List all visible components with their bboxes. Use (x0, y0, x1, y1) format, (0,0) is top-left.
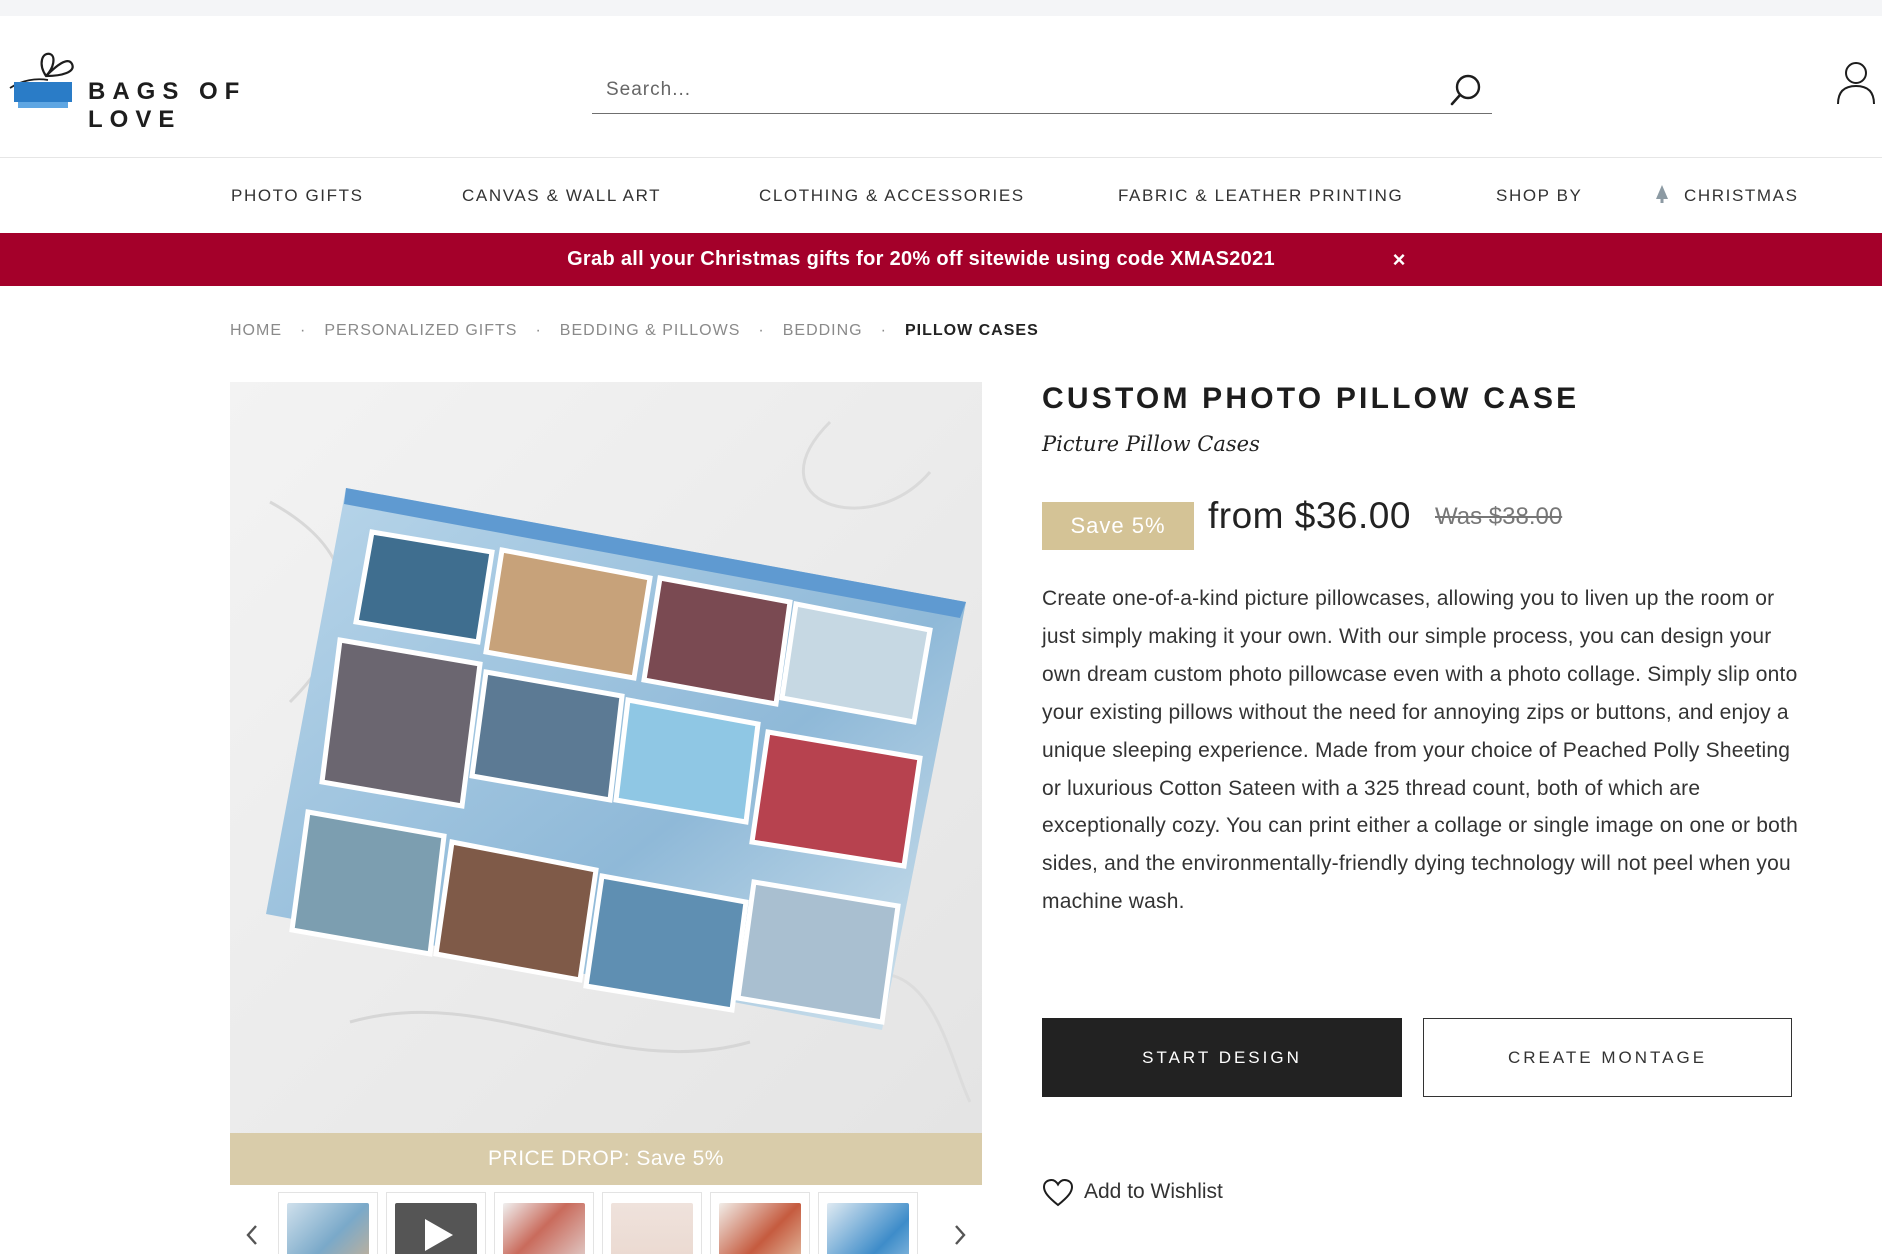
nav-photo-gifts[interactable]: PHOTO GIFTS (231, 158, 364, 233)
save-badge: Save 5% (1042, 502, 1194, 550)
search-bar (592, 68, 1492, 114)
start-design-button[interactable]: START DESIGN (1042, 1018, 1402, 1097)
breadcrumb-bedding[interactable]: BEDDING (783, 322, 863, 340)
breadcrumb-bedding-pillows[interactable]: BEDDING & PILLOWS (560, 322, 741, 340)
chevron-left-icon[interactable] (242, 1220, 262, 1250)
thumbnail[interactable] (386, 1192, 486, 1254)
main-nav: PHOTO GIFTS CANVAS & WALL ART CLOTHING &… (0, 158, 1882, 233)
thumb-collage-pillow (287, 1203, 369, 1254)
christmas-tree-icon (1656, 184, 1668, 203)
account-icon[interactable] (1836, 60, 1876, 106)
product-subtitle: Picture Pillow Cases (1042, 432, 1260, 456)
top-strip (0, 0, 1882, 16)
promo-banner: Grab all your Christmas gifts for 20% of… (0, 233, 1882, 286)
create-montage-button[interactable]: CREATE MONTAGE (1423, 1018, 1792, 1097)
brand-name: BAGS OF LOVE (88, 78, 247, 133)
breadcrumb-separator: · (535, 322, 542, 339)
product-main-image[interactable] (230, 382, 982, 1134)
wishlist-label: Add to Wishlist (1084, 1180, 1223, 1203)
product-description: Create one-of-a-kind picture pillowcases… (1042, 587, 1798, 914)
product-title: CUSTOM PHOTO PILLOW CASE (1042, 382, 1580, 415)
gift-bag-logo-icon (9, 52, 74, 108)
thumbnail-strip (230, 1192, 982, 1254)
nav-fabric-leather-printing[interactable]: FABRIC & LEATHER PRINTING (1118, 158, 1403, 233)
heart-icon (1042, 1178, 1074, 1207)
breadcrumb-separator: · (880, 322, 887, 339)
play-icon (425, 1219, 453, 1251)
price-drop-banner: PRICE DROP: Save 5% (230, 1133, 982, 1185)
breadcrumb-personalized-gifts[interactable]: PERSONALIZED GIFTS (324, 322, 517, 340)
search-icon[interactable] (1448, 72, 1484, 108)
thumbnail[interactable] (710, 1192, 810, 1254)
thumbnail[interactable] (278, 1192, 378, 1254)
thumb-andrew-lisa (611, 1203, 693, 1254)
promo-text: Grab all your Christmas gifts for 20% of… (567, 248, 1275, 270)
thumb-blue-pillow (827, 1203, 909, 1254)
breadcrumb-pillow-cases: PILLOW CASES (904, 322, 1039, 339)
breadcrumb-separator: · (300, 322, 307, 339)
chevron-right-icon[interactable] (950, 1220, 970, 1250)
breadcrumb-separator: · (758, 322, 765, 339)
thumb-photo-strip (719, 1203, 801, 1254)
thumbnail[interactable] (602, 1192, 702, 1254)
nav-canvas-wall-art[interactable]: CANVAS & WALL ART (462, 158, 661, 233)
breadcrumb-home[interactable]: HOME (230, 322, 282, 340)
thumbnail[interactable] (494, 1192, 594, 1254)
nav-christmas-label: CHRISTMAS (1684, 186, 1799, 205)
thumbnail[interactable] (818, 1192, 918, 1254)
nav-christmas[interactable]: CHRISTMAS (1654, 158, 1799, 233)
nav-clothing-accessories[interactable]: CLOTHING & ACCESSORIES (759, 158, 1025, 233)
search-input[interactable] (592, 68, 1412, 112)
product-price: from $36.00 (1208, 495, 1411, 536)
site-header: BAGS OF LOVE (0, 16, 1882, 158)
breadcrumb: HOME · PERSONALIZED GIFTS · BEDDING & PILLOW… (230, 322, 1039, 346)
was-price: Was $38.00 (1435, 503, 1563, 530)
thumb-family-photos (503, 1203, 585, 1254)
nav-shop-by[interactable]: SHOP BY (1496, 158, 1582, 233)
thumb-video (395, 1203, 477, 1254)
brand-logo[interactable]: BAGS OF LOVE (8, 42, 338, 133)
pillow-collage-photo (230, 382, 982, 1134)
close-icon[interactable]: × (1388, 233, 1410, 286)
